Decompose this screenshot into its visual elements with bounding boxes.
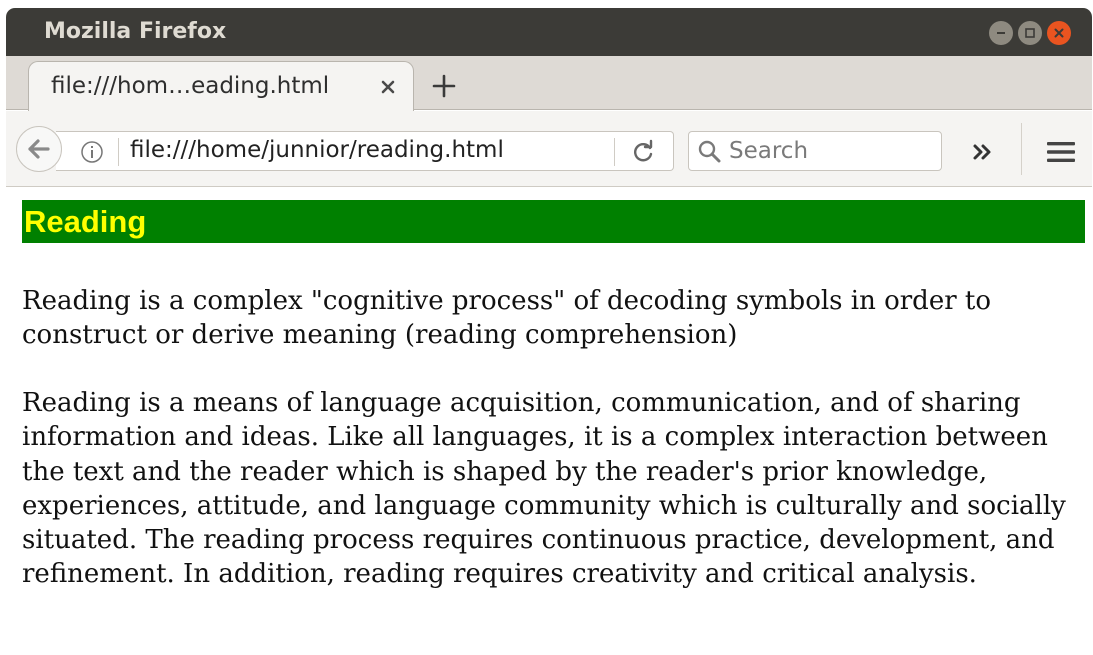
- info-icon[interactable]: [80, 140, 104, 164]
- reload-icon[interactable]: [631, 139, 657, 165]
- search-bar[interactable]: [688, 131, 942, 171]
- window-title: Mozilla Firefox: [44, 19, 227, 44]
- back-arrow-icon: [28, 139, 50, 159]
- page-heading: Reading: [22, 200, 1085, 243]
- url-separator: [118, 138, 119, 166]
- url-bar[interactable]: file:///home/junnior/reading.html: [56, 131, 674, 171]
- tab-close-icon[interactable]: [377, 76, 399, 98]
- paragraph: Reading is a means of language acquisiti…: [22, 388, 1066, 590]
- minimize-icon: [997, 32, 1005, 34]
- minimize-button[interactable]: [989, 21, 1013, 45]
- title-bar: Mozilla Firefox: [6, 8, 1092, 56]
- close-icon: [1054, 28, 1064, 38]
- url-separator: [614, 138, 615, 166]
- page-content: Reading Reading is a complex "cognitive …: [6, 188, 1092, 655]
- url-text[interactable]: file:///home/junnior/reading.html: [130, 137, 504, 163]
- tab-label: file:///hom…eading.html: [51, 73, 330, 99]
- tab-strip: file:///hom…eading.html: [6, 56, 1092, 111]
- tab-reading[interactable]: file:///hom…eading.html: [28, 61, 414, 111]
- paragraph: Reading is a complex "cognitive process"…: [22, 286, 992, 351]
- new-tab-plus-icon[interactable]: [430, 72, 458, 100]
- search-input[interactable]: [729, 136, 929, 166]
- close-button[interactable]: [1047, 21, 1071, 45]
- browser-window: Mozilla Firefox file:///hom…eading.html: [6, 8, 1092, 655]
- hamburger-menu-icon[interactable]: [1046, 140, 1076, 164]
- toolbar-separator: [1021, 123, 1022, 175]
- search-icon: [698, 140, 721, 163]
- maximize-button[interactable]: [1018, 21, 1042, 45]
- chevron-double-right-icon[interactable]: [970, 141, 996, 163]
- back-button[interactable]: [16, 126, 62, 172]
- maximize-icon: [1025, 28, 1035, 38]
- navigation-toolbar: file:///home/junnior/reading.html: [6, 111, 1092, 187]
